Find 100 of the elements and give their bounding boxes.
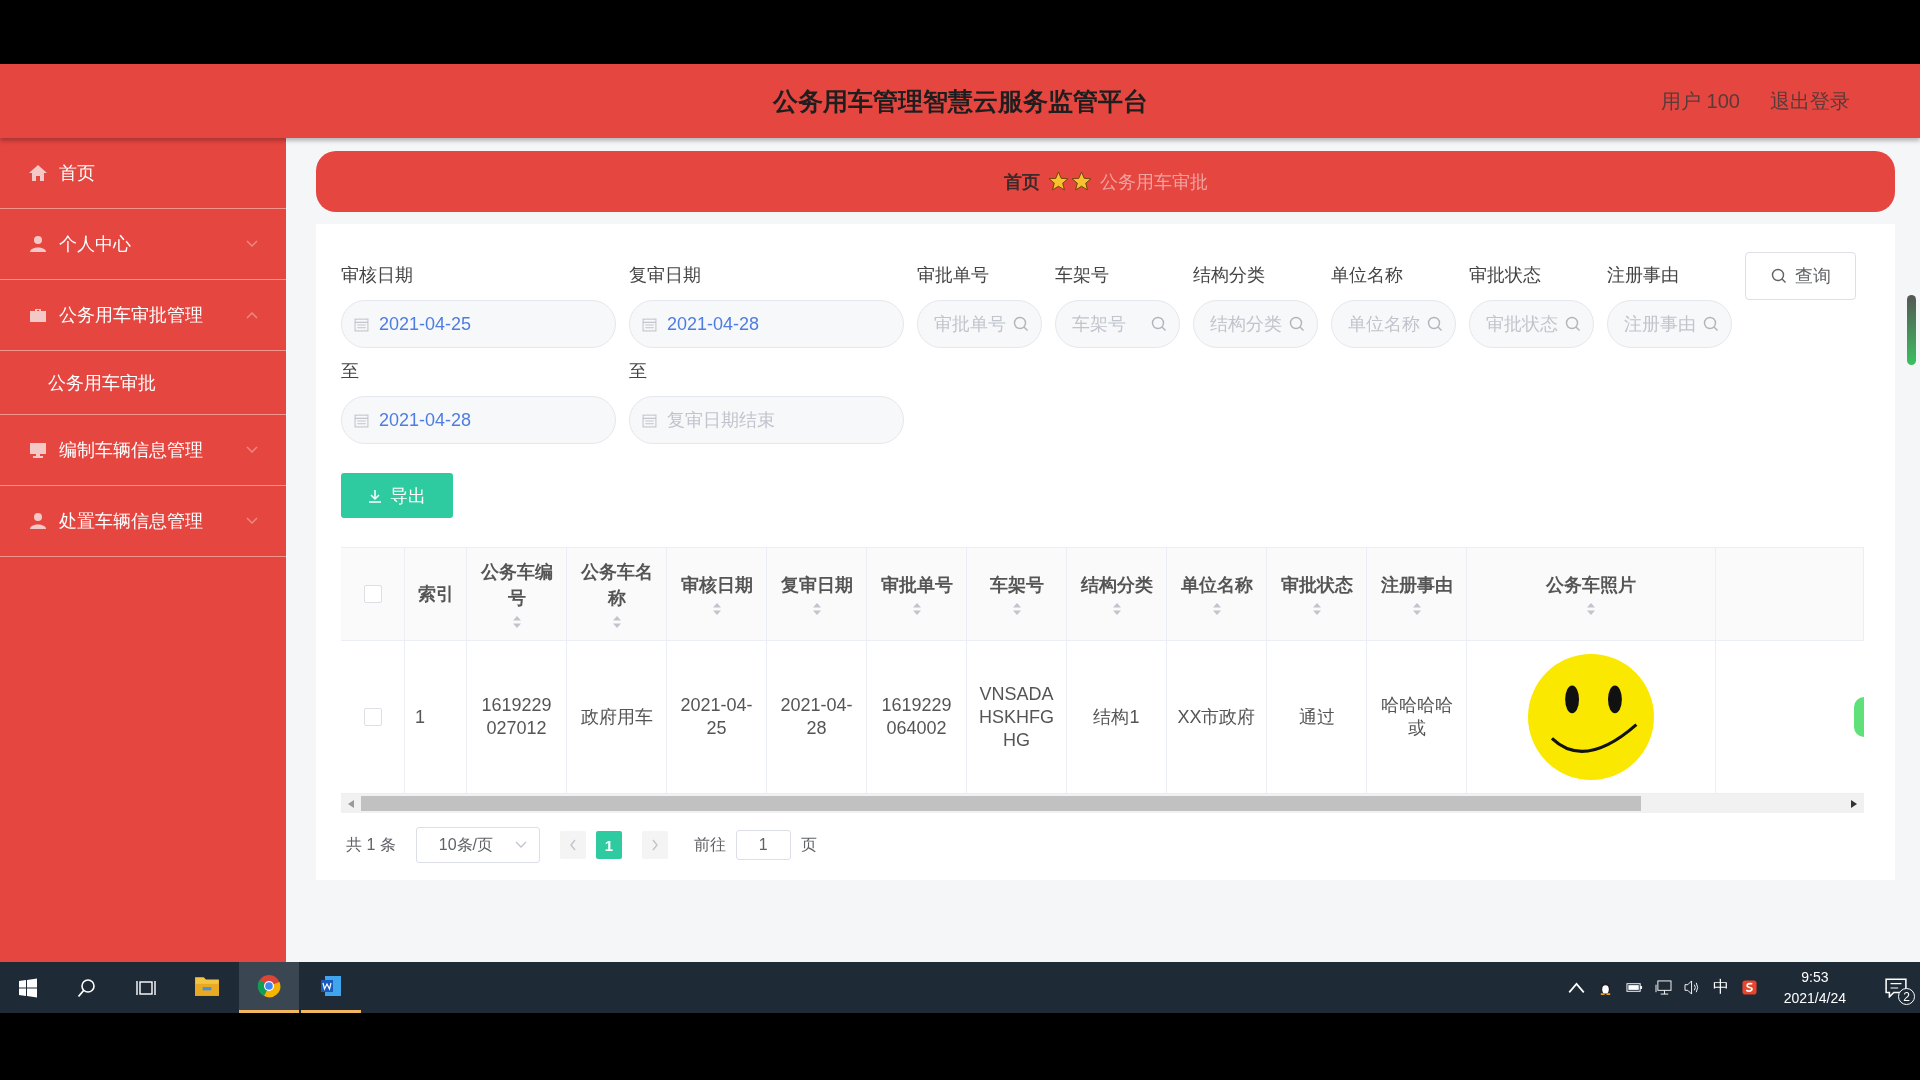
sort-icon[interactable] bbox=[511, 615, 522, 629]
column-label: 审核日期 bbox=[680, 574, 753, 597]
input-method-indicator[interactable]: 中 bbox=[1712, 977, 1729, 998]
horizontal-scrollbar[interactable] bbox=[341, 794, 1864, 813]
taskbar-app[interactable] bbox=[239, 962, 299, 1013]
filter-label: 注册事由 bbox=[1607, 264, 1679, 287]
column-label: 公务车照片 bbox=[1546, 574, 1636, 597]
page-button[interactable]: 1 bbox=[595, 831, 622, 859]
search-icon bbox=[1151, 316, 1167, 332]
sort-icon[interactable] bbox=[1011, 602, 1022, 616]
user-icon bbox=[28, 234, 48, 254]
calendar-icon bbox=[354, 316, 369, 332]
logout-link[interactable]: 退出登录 bbox=[1770, 87, 1850, 115]
column-label: 复审日期 bbox=[780, 574, 853, 597]
clock-date: 2021/4/24 bbox=[1783, 988, 1846, 1008]
sidebar-item[interactable]: 公务用车审批管理 bbox=[0, 280, 286, 351]
column-header[interactable]: 结构分类 bbox=[1067, 548, 1167, 641]
column-header[interactable]: 复审日期 bbox=[767, 548, 867, 641]
date-field[interactable]: 2021-04-25 bbox=[341, 300, 616, 348]
sort-icon[interactable] bbox=[1411, 602, 1422, 616]
table-cell: 通过 bbox=[1298, 705, 1335, 729]
network-icon[interactable] bbox=[1654, 980, 1672, 995]
column-label: 审批状态 bbox=[1280, 574, 1353, 597]
calendar-icon bbox=[642, 412, 657, 428]
search-icon[interactable] bbox=[77, 977, 97, 998]
vertical-scrollbar[interactable] bbox=[1907, 295, 1916, 365]
clock-time: 9:53 bbox=[1801, 967, 1829, 987]
goto-page-field[interactable]: 1 bbox=[735, 830, 791, 860]
stars-icon bbox=[1047, 171, 1092, 192]
sort-icon[interactable] bbox=[1586, 602, 1596, 616]
column-label: 结构分类 bbox=[1080, 574, 1153, 597]
column-header[interactable]: 注册事由 bbox=[1367, 548, 1467, 641]
row-checkbox[interactable] bbox=[363, 708, 382, 726]
page-size-select[interactable]: 10条/页 bbox=[415, 827, 540, 863]
select-all-checkbox[interactable] bbox=[363, 585, 382, 603]
goto-label: 前往 bbox=[693, 834, 726, 855]
query-button[interactable]: 查询 bbox=[1745, 252, 1856, 300]
date-field[interactable]: 2021-04-28 bbox=[341, 396, 616, 444]
sort-icon[interactable] bbox=[611, 615, 622, 629]
chevron-up-icon[interactable] bbox=[1567, 980, 1585, 995]
search-icon bbox=[1565, 316, 1581, 332]
date-field[interactable]: 2021-04-28 bbox=[629, 300, 904, 348]
column-header[interactable]: 审核日期 bbox=[667, 548, 767, 641]
sort-icon[interactable] bbox=[1311, 602, 1322, 616]
notification-count: 2 bbox=[1898, 988, 1915, 1005]
column-header[interactable]: 公务车编号 bbox=[467, 548, 567, 641]
breadcrumb-current: 公务用车审批 bbox=[1099, 170, 1208, 194]
column-header[interactable]: 车架号 bbox=[967, 548, 1067, 641]
sidebar-subitem[interactable]: 公务用车审批 bbox=[0, 351, 286, 415]
column-header[interactable]: 公务车照片 bbox=[1467, 548, 1716, 641]
sidebar-item[interactable]: 首页 bbox=[0, 138, 286, 209]
scroll-right-icon[interactable] bbox=[1850, 798, 1858, 809]
chevron-icon bbox=[246, 446, 258, 454]
table-cell: XX市政府 bbox=[1177, 705, 1256, 729]
breadcrumb-home[interactable]: 首页 bbox=[1003, 169, 1040, 194]
sort-icon[interactable] bbox=[911, 602, 922, 616]
scroll-left-icon[interactable] bbox=[347, 798, 355, 809]
battery-icon[interactable] bbox=[1625, 980, 1643, 995]
sort-icon[interactable] bbox=[711, 602, 722, 616]
browser-icon bbox=[256, 974, 282, 998]
user-icon bbox=[28, 511, 48, 531]
column-header[interactable]: 审批单号 bbox=[867, 548, 967, 641]
table-cell: 1 bbox=[415, 705, 425, 729]
page-suffix: 页 bbox=[800, 834, 817, 855]
platform-title: 公务用车管理智慧云服务监管平台 bbox=[772, 85, 1148, 117]
total-count: 共 1 条 bbox=[346, 834, 396, 855]
column-header[interactable]: 单位名称 bbox=[1167, 548, 1267, 641]
input-app-icon[interactable] bbox=[1740, 980, 1758, 995]
document-app-icon bbox=[318, 974, 344, 998]
sidebar-item[interactable]: 处置车辆信息管理 bbox=[0, 486, 286, 557]
filter-label: 复审日期 bbox=[629, 264, 701, 287]
table-cell-text: 2021-04-25 bbox=[679, 694, 754, 740]
windows-start-icon[interactable] bbox=[18, 977, 38, 998]
column-label: 单位名称 bbox=[1180, 574, 1253, 597]
next-page-button[interactable] bbox=[641, 831, 668, 859]
monitor-icon bbox=[28, 440, 48, 460]
column-label: 公务车编号 bbox=[479, 561, 554, 610]
cut-off-button[interactable] bbox=[1854, 697, 1864, 737]
column-label: 审批单号 bbox=[880, 574, 953, 597]
sort-icon[interactable] bbox=[1211, 602, 1222, 616]
filter-label: 至 bbox=[341, 360, 359, 383]
search-icon bbox=[1427, 316, 1443, 332]
chevron-left-icon bbox=[568, 839, 577, 851]
sort-icon[interactable] bbox=[1111, 602, 1122, 616]
user-name: 用户 100 bbox=[1661, 88, 1740, 114]
column-label: 索引 bbox=[417, 583, 454, 606]
column-header[interactable]: 审批状态 bbox=[1267, 548, 1367, 641]
sort-icon[interactable] bbox=[811, 602, 822, 616]
sidebar-item[interactable]: 个人中心 bbox=[0, 209, 286, 280]
volume-icon[interactable] bbox=[1683, 980, 1701, 995]
column-label: 车架号 bbox=[989, 574, 1044, 597]
clock[interactable]: 9:53 2021/4/24 bbox=[1783, 966, 1846, 1009]
table-cell-text: VNSADAHSKHFGHG bbox=[978, 682, 1055, 752]
sidebar-item[interactable]: 编制车辆信息管理 bbox=[0, 415, 286, 486]
column-label: 公务车名称 bbox=[579, 561, 654, 610]
column-header[interactable]: 公务车名称 bbox=[567, 548, 667, 641]
chevron-right-icon bbox=[650, 839, 659, 851]
search-icon bbox=[1703, 316, 1719, 332]
previous-page-button[interactable] bbox=[559, 831, 586, 859]
export-button[interactable]: 导出 bbox=[341, 473, 453, 518]
